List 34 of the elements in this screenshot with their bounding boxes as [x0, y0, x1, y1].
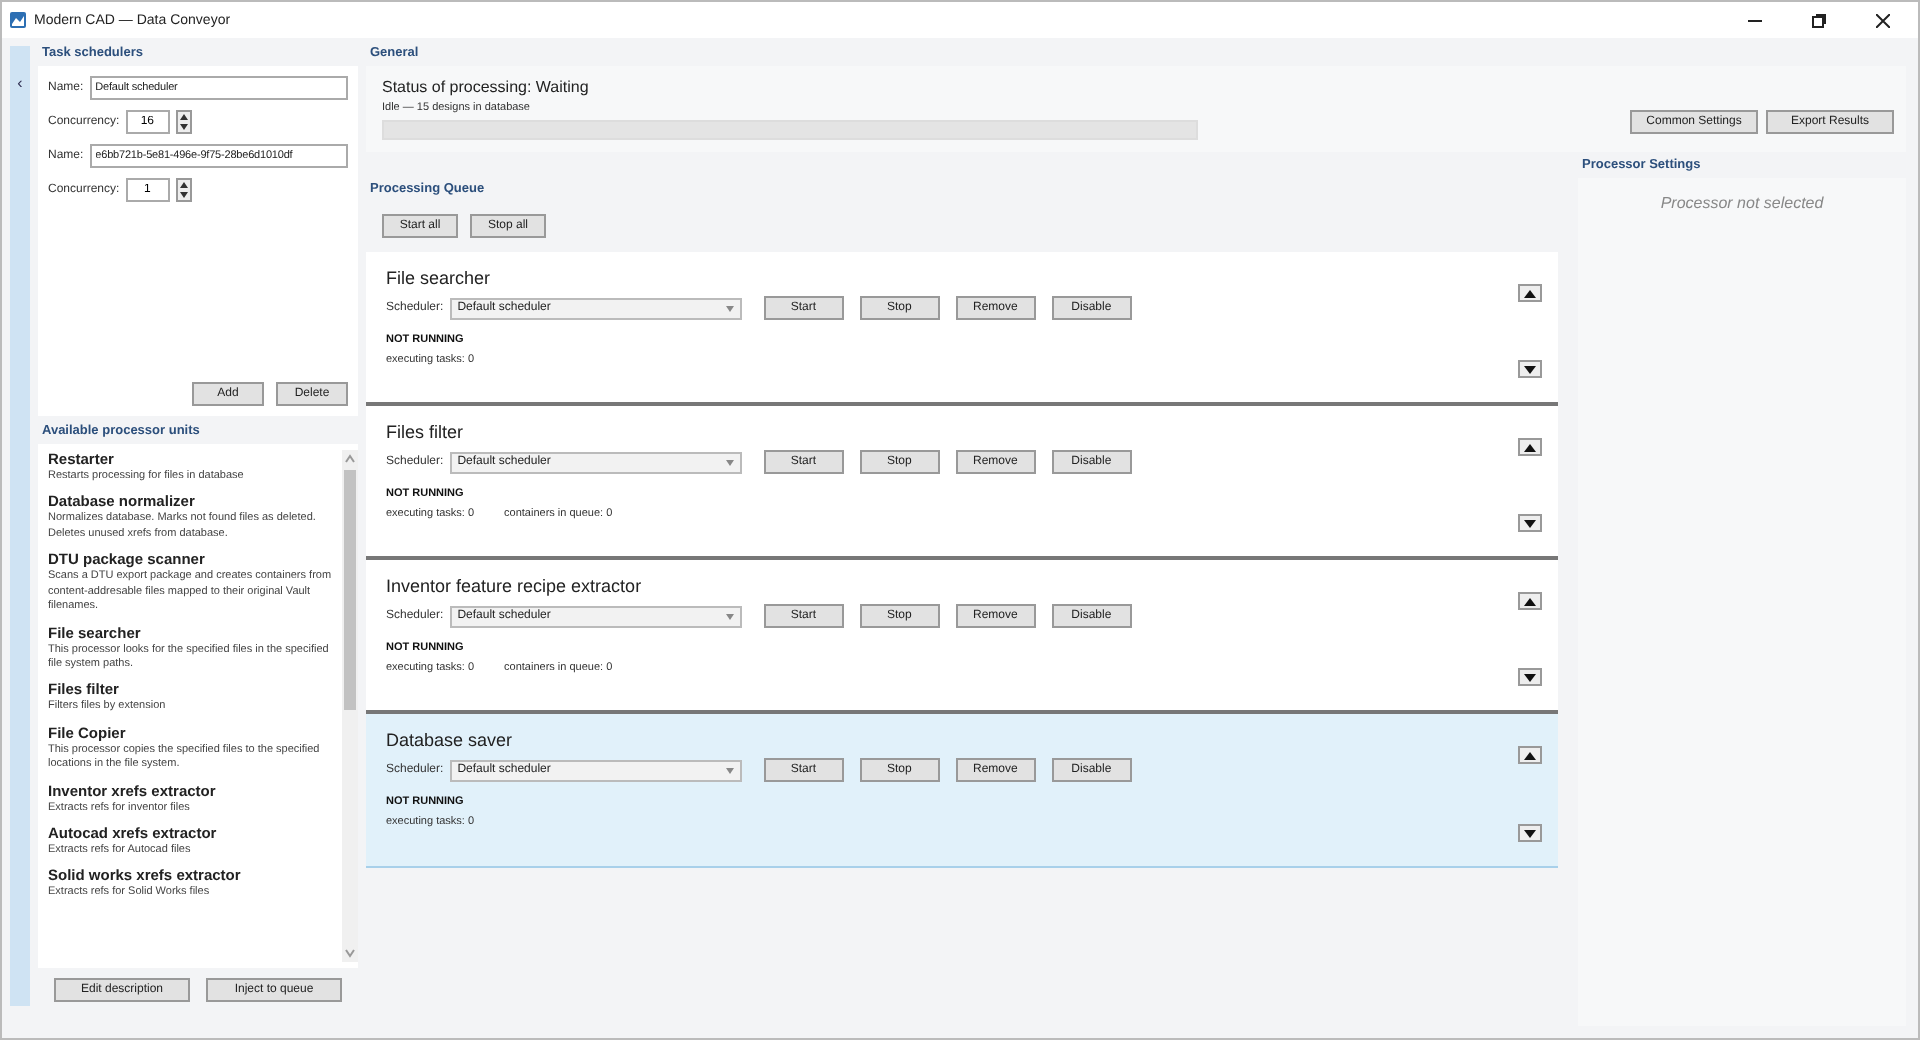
- caret-icon: [725, 459, 734, 465]
- down-triangle-icon: [1524, 365, 1536, 373]
- spinner-icon[interactable]: [175, 110, 192, 134]
- down-triangle-icon: [1524, 829, 1536, 837]
- restore-icon[interactable]: [1811, 13, 1825, 27]
- move-up-button[interactable]: [1518, 746, 1542, 764]
- sidebar-toggle[interactable]: ‹: [10, 46, 30, 1006]
- caret-icon: [725, 305, 734, 311]
- move-down-button[interactable]: [1518, 360, 1542, 378]
- empty-message: Processor not selected: [1660, 194, 1824, 216]
- move-down-button[interactable]: [1518, 668, 1542, 686]
- move-down-button[interactable]: [1518, 824, 1542, 842]
- move-up-button[interactable]: [1518, 438, 1542, 456]
- spinner-icon[interactable]: [175, 178, 192, 202]
- processor-title: Files filter: [386, 422, 466, 442]
- move-up-button[interactable]: [1518, 592, 1542, 610]
- move-up-button[interactable]: [1518, 284, 1542, 302]
- status-text: Status of processing: Waiting: [382, 78, 591, 96]
- down-triangle-icon: [1524, 519, 1536, 527]
- up-triangle-icon: [1524, 443, 1536, 451]
- down-triangle-icon: [1524, 673, 1536, 681]
- up-triangle-icon: [1524, 751, 1536, 759]
- caret-icon: [725, 613, 734, 619]
- move-down-button[interactable]: [1518, 514, 1542, 532]
- up-triangle-icon: [1524, 289, 1536, 297]
- minimize-icon[interactable]: [1747, 19, 1761, 21]
- close-icon[interactable]: [1875, 13, 1889, 27]
- processor-title: Database saver: [386, 730, 515, 750]
- app-icon: [10, 12, 26, 28]
- caret-icon: [725, 767, 734, 773]
- processor-title: File searcher: [386, 268, 493, 288]
- scrollbar[interactable]: [342, 450, 358, 962]
- up-triangle-icon: [1524, 597, 1536, 605]
- processor-title: Inventor feature recipe extractor: [386, 576, 644, 596]
